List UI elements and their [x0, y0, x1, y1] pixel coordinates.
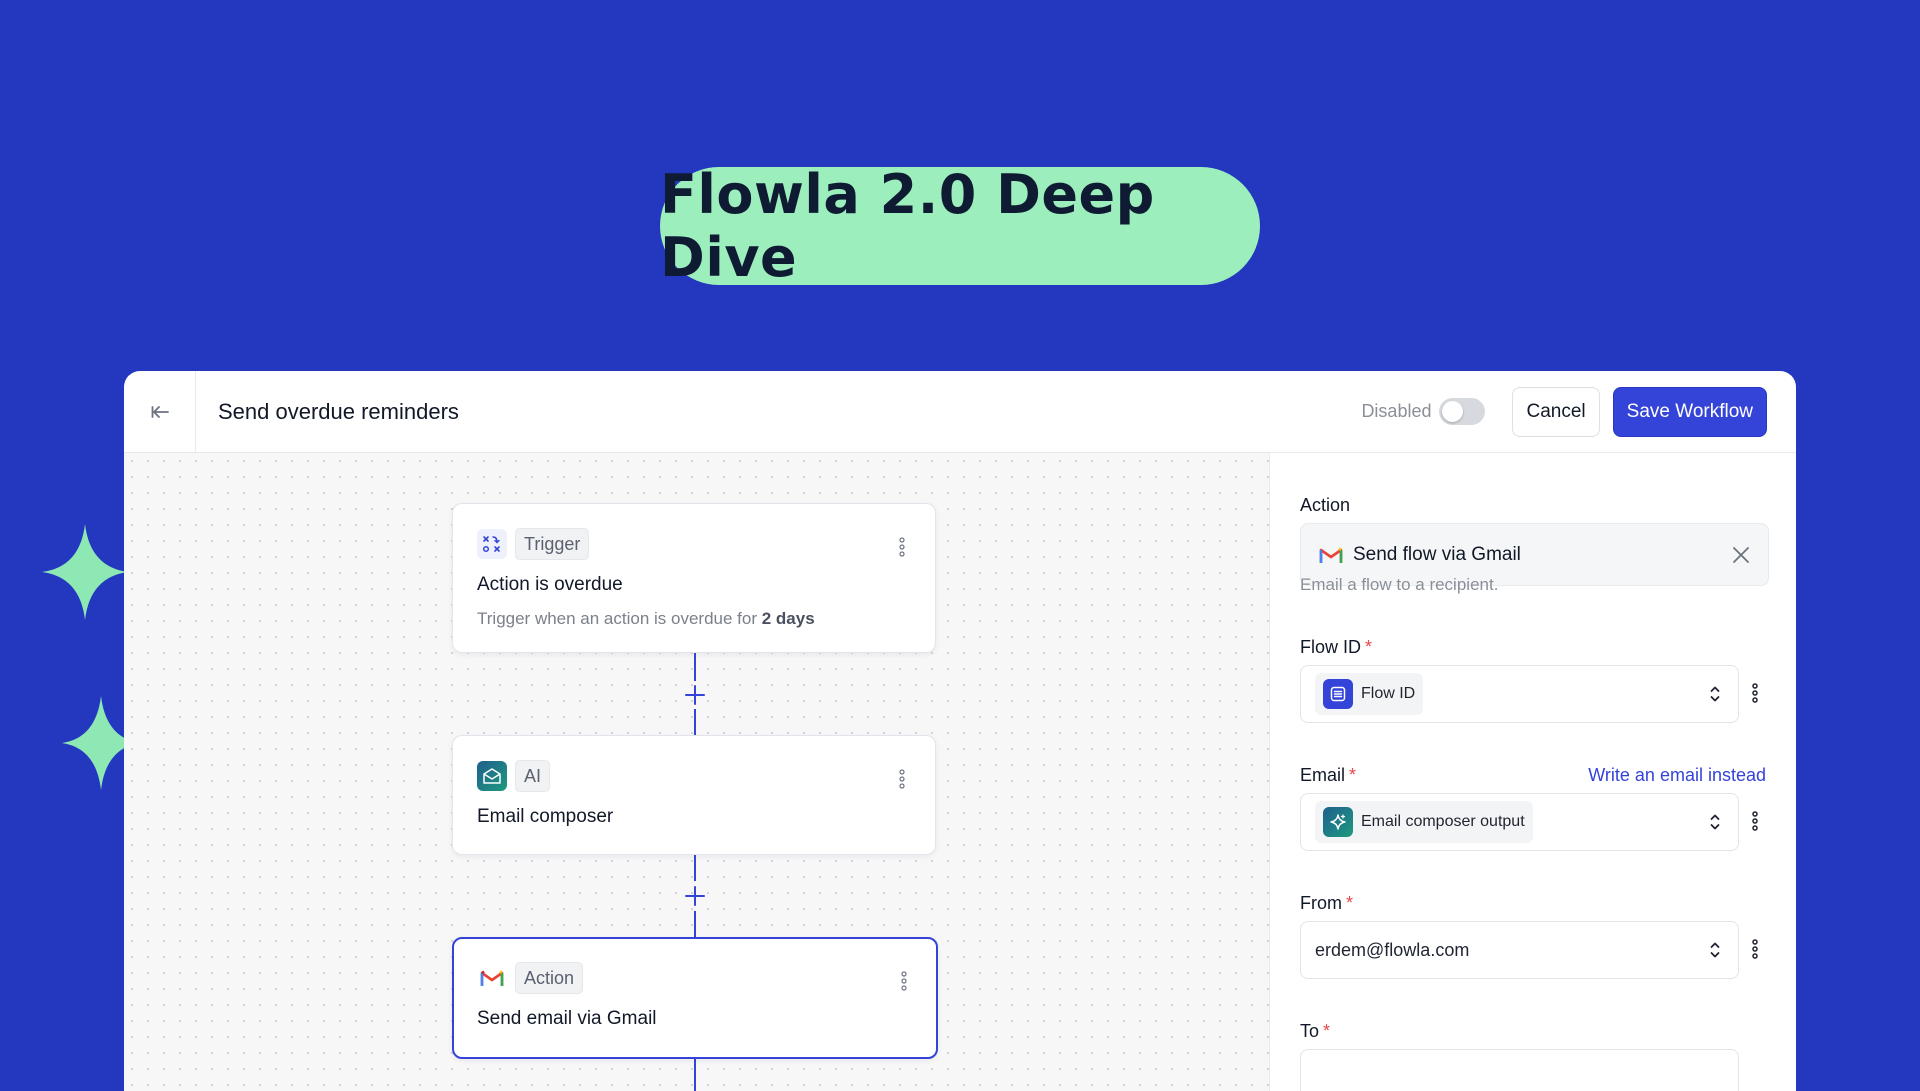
action-label: Action	[1300, 495, 1351, 515]
save-workflow-button[interactable]: Save Workflow	[1612, 386, 1767, 437]
gmail-icon	[1319, 546, 1343, 563]
from-select[interactable]: erdem@flowla.com	[1300, 921, 1739, 979]
node-title: Send email via Gmail	[477, 1008, 657, 1029]
workflow-editor-window: Send overdue reminders Disabled Cancel S…	[124, 371, 1796, 1091]
required-asterisk: *	[1365, 637, 1373, 657]
email-chip: Email composer output	[1315, 801, 1533, 843]
toggle-knob	[1442, 401, 1464, 422]
flow-id-label: Flow ID *	[1300, 637, 1373, 657]
add-step-plus-icon[interactable]	[685, 886, 705, 906]
connector-line	[694, 855, 696, 881]
back-button[interactable]	[124, 371, 196, 452]
email-value: Email composer output	[1361, 813, 1525, 830]
workflow-node-action[interactable]: Action Send email via Gmail	[452, 937, 938, 1059]
cancel-button[interactable]: Cancel	[1512, 386, 1600, 437]
action-value: Send flow via Gmail	[1353, 543, 1521, 565]
flow-document-icon	[1323, 679, 1353, 709]
write-email-instead-link[interactable]: Write an email instead	[1588, 765, 1766, 786]
flow-id-chip: Flow ID	[1315, 673, 1424, 715]
trigger-icon	[477, 529, 507, 559]
node-type-tag: Trigger	[515, 528, 590, 560]
connector-line	[694, 1057, 696, 1091]
node-type-tag: Action	[515, 962, 584, 994]
flow-id-value: Flow ID	[1361, 685, 1416, 702]
action-config-panel: Action Send flow via Gmail Email a flow …	[1269, 453, 1796, 1091]
node-menu-icon[interactable]	[901, 971, 907, 991]
ai-email-icon	[477, 761, 507, 791]
connector-line	[694, 653, 696, 681]
hero-title-pill: Flowla 2.0 Deep Dive	[660, 163, 1260, 289]
node-type-tag: AI	[515, 760, 551, 792]
required-asterisk: *	[1323, 1021, 1331, 1041]
node-menu-icon[interactable]	[899, 537, 905, 557]
email-label: Email *	[1300, 765, 1357, 785]
from-menu-icon[interactable]	[1752, 939, 1758, 959]
sparkle-small-top-icon	[42, 524, 128, 620]
workflow-title: Send overdue reminders	[218, 398, 459, 424]
chevron-updown-icon	[1710, 814, 1720, 830]
required-asterisk: *	[1346, 893, 1354, 913]
workflow-canvas[interactable]: Trigger Action is overdue Trigger when a…	[124, 453, 1269, 1091]
email-select[interactable]: Email composer output	[1300, 793, 1739, 851]
status-toggle-label: Disabled	[1361, 401, 1432, 421]
required-asterisk: *	[1349, 765, 1357, 785]
to-select[interactable]	[1300, 1049, 1739, 1091]
node-title: Email composer	[477, 806, 614, 827]
from-label: From *	[1300, 893, 1354, 913]
node-description: Trigger when an action is overdue for 2 …	[477, 609, 815, 628]
from-value: erdem@flowla.com	[1315, 939, 1470, 960]
action-help-text: Email a flow to a recipient.	[1300, 575, 1499, 594]
flow-id-menu-icon[interactable]	[1752, 683, 1758, 703]
ai-sparkle-icon	[1323, 807, 1353, 837]
node-title: Action is overdue	[477, 574, 623, 595]
chevron-updown-icon	[1710, 686, 1720, 702]
workflow-node-ai[interactable]: AI Email composer	[452, 735, 936, 855]
arrow-left-icon	[151, 405, 169, 418]
overdue-duration: 2 days	[761, 609, 815, 628]
node-menu-icon[interactable]	[899, 769, 905, 789]
add-step-plus-icon[interactable]	[685, 685, 705, 705]
hero-title: Flowla 2.0 Deep Dive	[660, 163, 1155, 289]
workflow-node-trigger[interactable]: Trigger Action is overdue Trigger when a…	[452, 503, 936, 653]
close-icon[interactable]	[1732, 546, 1750, 564]
connector-line	[694, 911, 696, 937]
connector-line	[694, 709, 696, 735]
chevron-updown-icon	[1710, 942, 1720, 958]
enable-workflow-toggle[interactable]	[1439, 398, 1486, 425]
to-label: To *	[1300, 1021, 1331, 1041]
email-menu-icon[interactable]	[1752, 811, 1758, 831]
editor-topbar: Send overdue reminders Disabled Cancel S…	[124, 371, 1796, 453]
flow-id-select[interactable]: Flow ID	[1300, 665, 1739, 723]
gmail-icon	[477, 963, 507, 993]
